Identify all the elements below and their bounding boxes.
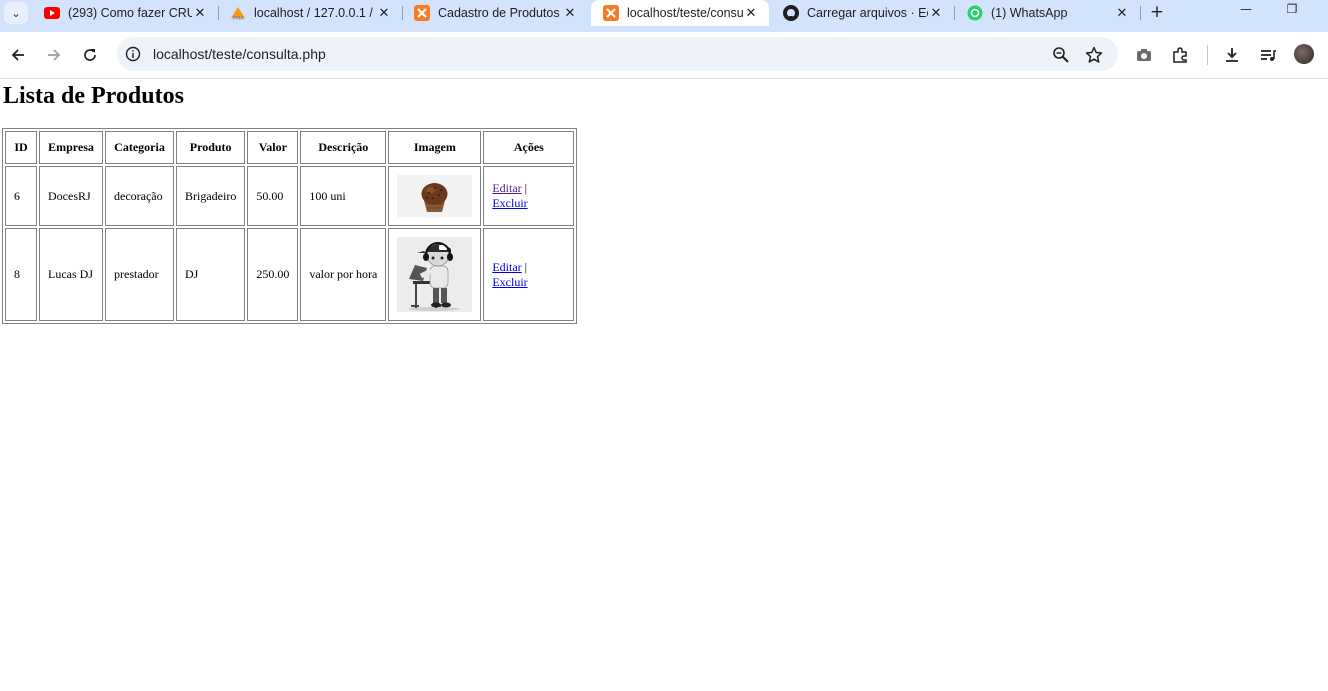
- column-header-imagem: Imagem: [388, 131, 482, 164]
- tab-strip: ⌄ (293) Como fazer CRUD ✕ PMA localhost …: [0, 0, 1328, 26]
- whatsapp-icon: [967, 5, 983, 21]
- cell-acoes: Editar | Excluir: [483, 228, 575, 321]
- cell-imagem: [388, 228, 482, 321]
- tab-phpmyadmin[interactable]: PMA localhost / 127.0.0.1 / ✕: [218, 0, 402, 26]
- media-control-icon[interactable]: [1259, 46, 1277, 64]
- column-header-id: ID: [5, 131, 37, 164]
- tab-title: Carregar arquivos · Ec: [807, 6, 928, 20]
- tab-cadastro[interactable]: Cadastro de Produtos ✕: [402, 0, 588, 26]
- new-tab-button[interactable]: +: [1148, 3, 1166, 21]
- extensions-icon[interactable]: [1171, 46, 1189, 64]
- column-header-valor: Valor: [247, 131, 299, 164]
- brigadeiro-image: [397, 175, 473, 217]
- products-table: ID Empresa Categoria Produto Valor Descr…: [2, 128, 578, 324]
- toolbar-divider: [1207, 45, 1208, 65]
- tab-youtube[interactable]: (293) Como fazer CRUD ✕: [32, 0, 218, 26]
- url-text[interactable]: localhost/teste/consulta.php: [153, 46, 326, 62]
- tab-title: localhost/teste/consulta: [627, 6, 743, 20]
- github-icon: [783, 5, 799, 21]
- dj-cartoon-image: [397, 237, 473, 312]
- arrow-right-icon: [48, 49, 61, 61]
- cell-categoria: decoração: [105, 166, 174, 226]
- reload-button[interactable]: [78, 43, 102, 67]
- forward-button[interactable]: [42, 43, 66, 67]
- tab-title: localhost / 127.0.0.1 /: [254, 6, 373, 20]
- action-separator: |: [524, 181, 528, 195]
- close-icon[interactable]: ✕: [928, 6, 944, 21]
- action-separator: |: [524, 259, 528, 274]
- close-icon[interactable]: ✕: [743, 6, 759, 21]
- minimize-button[interactable]: —: [1226, 2, 1266, 22]
- restore-button[interactable]: ❐: [1272, 2, 1312, 22]
- zoom-icon[interactable]: [1052, 46, 1070, 64]
- chevron-down-icon: ⌄: [11, 6, 21, 20]
- tab-github[interactable]: Carregar arquivos · Ec ✕: [771, 0, 954, 26]
- page-title: Lista de Produtos: [3, 83, 184, 109]
- tab-search-button[interactable]: ⌄: [4, 2, 28, 24]
- cell-id: 6: [5, 166, 37, 226]
- download-icon[interactable]: [1223, 46, 1241, 64]
- cell-descricao: valor por hora: [300, 228, 387, 321]
- cell-id: 8: [5, 228, 37, 321]
- cell-empresa: DocesRJ: [39, 166, 103, 226]
- reload-icon: [84, 49, 96, 61]
- delete-link[interactable]: Excluir: [492, 196, 527, 210]
- table-header-row: ID Empresa Categoria Produto Valor Descr…: [5, 131, 575, 164]
- back-button[interactable]: [6, 43, 30, 67]
- cell-acoes: Editar | Excluir: [483, 166, 575, 226]
- tab-consulta-active[interactable]: localhost/teste/consulta ✕: [591, 0, 769, 26]
- star-icon[interactable]: [1085, 46, 1103, 64]
- cell-valor: 50.00: [247, 166, 299, 226]
- tab-title: (293) Como fazer CRUD: [68, 6, 192, 20]
- cell-categoria: prestador: [105, 228, 174, 321]
- tab-title: (1) WhatsApp: [991, 6, 1068, 20]
- table-row: 8 Lucas DJ prestador DJ 250.00 valor por…: [5, 228, 575, 321]
- page-content: Lista de Produtos ID Empresa Categoria P…: [0, 79, 1328, 691]
- cell-produto: DJ: [176, 228, 246, 321]
- table-row: 6 DocesRJ decoração Brigadeiro 50.00 100…: [5, 166, 575, 226]
- tab-whatsapp[interactable]: (1) WhatsApp ✕: [955, 0, 1140, 26]
- cell-produto: Brigadeiro: [176, 166, 246, 226]
- site-info-icon[interactable]: [125, 46, 141, 62]
- cell-descricao: 100 uni: [300, 166, 387, 226]
- column-header-acoes: Ações: [483, 131, 575, 164]
- profile-avatar[interactable]: [1294, 44, 1314, 64]
- phpmyadmin-icon: PMA: [230, 5, 246, 21]
- xampp-icon: [603, 5, 619, 21]
- close-icon[interactable]: ✕: [192, 6, 208, 21]
- cell-valor: 250.00: [247, 228, 299, 321]
- edit-link[interactable]: Editar: [492, 260, 521, 274]
- cell-empresa: Lucas DJ: [39, 228, 103, 321]
- tab-divider: [1140, 6, 1141, 20]
- close-icon[interactable]: ✕: [1114, 6, 1130, 21]
- arrow-left-icon: [11, 49, 24, 61]
- close-icon[interactable]: ✕: [376, 6, 392, 21]
- column-header-produto: Produto: [176, 131, 246, 164]
- browser-toolbar: localhost/teste/consulta.php: [0, 32, 1328, 79]
- edit-link[interactable]: Editar: [492, 181, 521, 195]
- camera-icon[interactable]: [1135, 46, 1153, 64]
- column-header-descricao: Descrição: [300, 131, 387, 164]
- svg-text:PMA: PMA: [233, 16, 244, 21]
- browser-chrome: ⌄ (293) Como fazer CRUD ✕ PMA localhost …: [0, 0, 1328, 79]
- close-icon[interactable]: ✕: [562, 6, 578, 21]
- cell-imagem: [388, 166, 482, 226]
- address-bar[interactable]: localhost/teste/consulta.php: [117, 37, 1118, 71]
- youtube-icon: [44, 5, 60, 21]
- column-header-categoria: Categoria: [105, 131, 174, 164]
- xampp-icon: [414, 5, 430, 21]
- tab-title: Cadastro de Produtos: [438, 6, 560, 20]
- column-header-empresa: Empresa: [39, 131, 103, 164]
- delete-link[interactable]: Excluir: [492, 275, 527, 289]
